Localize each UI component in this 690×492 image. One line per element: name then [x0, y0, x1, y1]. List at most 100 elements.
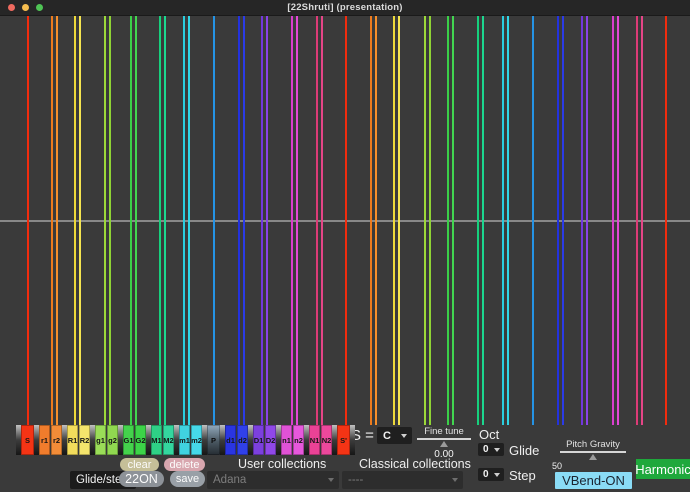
shruti-keyboard: Sr1r2R1R2g1g2G1G2M1M2m1m2Pd1d2D1D2n1n2N1… [16, 425, 355, 455]
shruti-key-m1[interactable]: m1 [179, 425, 190, 455]
shruti-line-m1 [183, 15, 185, 425]
shruti-line-R1-hi [393, 15, 395, 425]
delete-button[interactable]: delete [164, 458, 205, 471]
shruti-line-m2 [188, 15, 190, 425]
shruti-line-M2-hi [482, 15, 484, 425]
tonic-select[interactable]: C [377, 427, 412, 444]
shruti-key-M2[interactable]: M2 [163, 425, 174, 455]
shruti-line-P [213, 15, 215, 425]
classical-collections-value: ---- [348, 474, 363, 486]
shruti-line-D1-hi [581, 15, 583, 425]
shruti-line-d2-hi [562, 15, 564, 425]
shruti-line-m2-hi [507, 15, 509, 425]
shruti-key-n2[interactable]: n2 [293, 425, 304, 455]
shruti-line-S [27, 15, 29, 425]
shruti-line-g1 [104, 15, 106, 425]
chevron-down-icon [494, 448, 500, 452]
chevron-down-icon [328, 478, 334, 482]
clear-button[interactable]: clear [120, 458, 159, 471]
shruti-line-S-hi [345, 15, 347, 425]
step-label: Step [509, 468, 536, 483]
shruti-line-g2 [109, 15, 111, 425]
shruti-key-P[interactable]: P [207, 425, 220, 455]
shruti-key-S[interactable]: S [21, 425, 34, 455]
shruti-line-G2-hi [452, 15, 454, 425]
shruti-key-N2[interactable]: N2 [321, 425, 332, 455]
shruti-key-g2[interactable]: g2 [107, 425, 118, 455]
chevron-down-icon [401, 434, 407, 438]
vbend-toggle-button[interactable]: VBend-ON [555, 472, 632, 489]
shruti-line-G2 [135, 15, 137, 425]
title-bar: [22Shruti] (presentation) [0, 0, 690, 16]
shruti-line-G1 [130, 15, 132, 425]
line-field [0, 15, 690, 425]
shruti-line-g2-hi [429, 15, 431, 425]
oct-label: Oct [479, 427, 499, 442]
user-collections-select[interactable]: Adana [207, 471, 339, 489]
pitch-gravity-value: 50 [552, 461, 562, 471]
pitch-gravity-track[interactable] [560, 451, 626, 453]
oct-glide-value: 0 [483, 444, 489, 455]
shruti-key-D1[interactable]: D1 [253, 425, 264, 455]
shruti-key-g1[interactable]: g1 [95, 425, 106, 455]
pitch-gravity-label: Pitch Gravity [560, 439, 626, 450]
fine-tune-pointer-icon[interactable] [440, 441, 448, 447]
oct-step-select[interactable]: 0 [478, 468, 504, 481]
pitch-gravity-slider[interactable]: Pitch Gravity [560, 439, 626, 460]
fine-tune-slider[interactable]: Fine tune 0.00 [417, 426, 471, 460]
shruti-key-r2[interactable]: r2 [51, 425, 62, 455]
shruti-key-r1[interactable]: r1 [39, 425, 50, 455]
shruti-line-r1-hi [370, 15, 372, 425]
shruti-key-G2[interactable]: G2 [135, 425, 146, 455]
shruti-line-R2-hi [398, 15, 400, 425]
shruti-line-R1 [74, 15, 76, 425]
shruti-line-S-hi-hi [665, 15, 667, 425]
shruti-line-d2 [243, 15, 245, 425]
shruti-line-n1 [291, 15, 293, 425]
shruti-line-M1 [159, 15, 161, 425]
22on-button[interactable]: 22ON [119, 471, 164, 487]
shruti-key-G1[interactable]: G1 [123, 425, 134, 455]
shruti-line-D1 [261, 15, 263, 425]
save-button[interactable]: save [170, 471, 205, 487]
shruti-key-D2[interactable]: D2 [265, 425, 276, 455]
shruti-key-S-hi[interactable]: S' [337, 425, 350, 455]
shruti-key-m2[interactable]: m2 [191, 425, 202, 455]
fine-tune-track[interactable] [417, 438, 471, 440]
shruti-line-d1 [238, 15, 240, 425]
shruti-key-n1[interactable]: n1 [281, 425, 292, 455]
shruti-line-m1-hi [502, 15, 504, 425]
shruti-key-d1[interactable]: d1 [225, 425, 236, 455]
shruti-line-n2 [296, 15, 298, 425]
shruti-key-R2[interactable]: R2 [79, 425, 90, 455]
shruti-line-g1-hi [424, 15, 426, 425]
user-collections-value: Adana [213, 474, 246, 486]
shruti-line-r2 [56, 15, 58, 425]
shruti-line-P-hi [532, 15, 534, 425]
user-collections-label: User collections [238, 457, 326, 471]
shruti-line-G1-hi [447, 15, 449, 425]
shruti-line-D2 [266, 15, 268, 425]
shruti-key-M1[interactable]: M1 [151, 425, 162, 455]
shruti-key-R1[interactable]: R1 [67, 425, 78, 455]
window-title: [22Shruti] (presentation) [0, 2, 690, 13]
harmonic-toggle-button[interactable]: Harmonic [636, 459, 690, 479]
shruti-key-d2[interactable]: d2 [237, 425, 248, 455]
shruti-line-N2-hi [641, 15, 643, 425]
fine-tune-label: Fine tune [417, 426, 471, 437]
shruti-line-r1 [51, 15, 53, 425]
shruti-line-N1-hi [636, 15, 638, 425]
chevron-down-icon [452, 478, 458, 482]
shruti-line-D2-hi [586, 15, 588, 425]
shruti-line-N1 [316, 15, 318, 425]
shruti-line-R2 [79, 15, 81, 425]
tonic-value: C [383, 430, 391, 442]
pitch-gravity-pointer-icon[interactable] [589, 454, 597, 460]
shruti-key-N1[interactable]: N1 [309, 425, 320, 455]
classical-collections-select[interactable]: ---- [342, 471, 463, 489]
classical-collections-label: Classical collections [359, 457, 471, 471]
oct-step-value: 0 [483, 469, 489, 480]
glide-label: Glide [509, 443, 539, 458]
shruti-line-M1-hi [477, 15, 479, 425]
oct-glide-select[interactable]: 0 [478, 443, 504, 456]
